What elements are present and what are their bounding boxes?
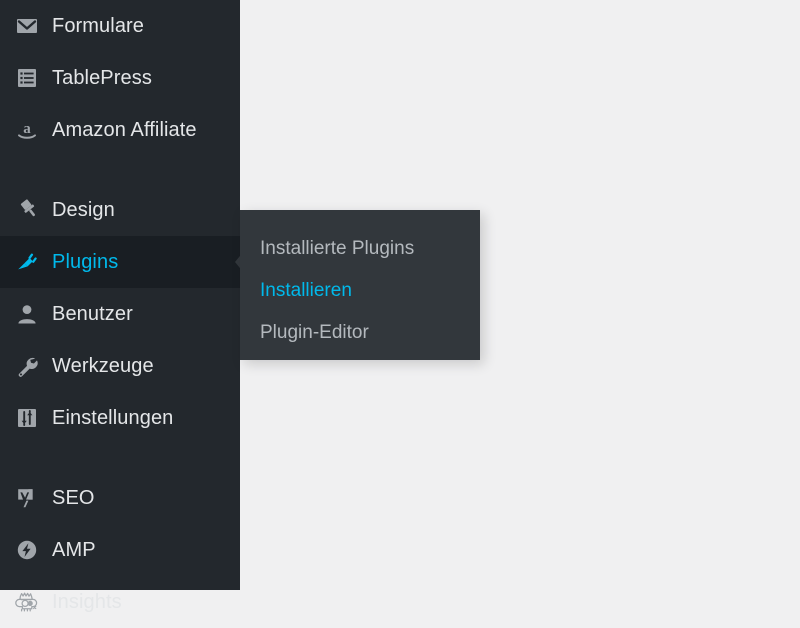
envelope-icon <box>14 13 40 39</box>
sidebar-item-insights[interactable]: Insights <box>0 576 240 628</box>
sidebar-item-label: SEO <box>52 487 95 509</box>
plug-icon <box>14 249 40 275</box>
sidebar-item-label: TablePress <box>52 67 152 89</box>
table-list-icon <box>14 65 40 91</box>
sidebar-item-amazon-affiliate[interactable]: a Amazon Affiliate <box>0 104 240 156</box>
sidebar-item-label: Werkzeuge <box>52 355 154 377</box>
sidebar-item-label: AMP <box>52 539 96 561</box>
paintbrush-icon <box>14 197 40 223</box>
submenu-item-plugin-editor[interactable]: Plugin-Editor <box>240 312 480 354</box>
sidebar-item-label: Einstellungen <box>52 407 174 429</box>
amazon-a-icon: a <box>14 117 40 143</box>
user-icon <box>14 301 40 327</box>
admin-sidebar-menu: Formulare TablePress a Amazon Affiliate Desi… <box>0 0 240 613</box>
sidebar-item-label: Plugins <box>52 251 119 273</box>
sidebar-item-tablepress[interactable]: TablePress <box>0 52 240 104</box>
sidebar-item-label: Benutzer <box>52 303 133 325</box>
sidebar-item-plugins[interactable]: Plugins <box>0 236 240 288</box>
sidebar-item-design[interactable]: Design <box>0 184 240 236</box>
amp-bolt-icon <box>14 537 40 563</box>
sidebar-item-label: Insights <box>52 591 122 613</box>
submenu-pointer-arrow <box>226 245 240 279</box>
sidebar-item-label: Formulare <box>52 15 145 37</box>
sliders-icon <box>14 405 40 431</box>
menu-group: SEO AMP Insights <box>0 472 240 628</box>
sidebar-item-amp[interactable]: AMP <box>0 524 240 576</box>
svg-text:a: a <box>23 121 31 137</box>
plugins-flyout-submenu: Installierte Plugins Installieren Plugin-E… <box>240 210 480 360</box>
yoast-y-icon <box>14 485 40 511</box>
menu-group: Formulare TablePress a Amazon Affiliate <box>0 0 240 156</box>
submenu-item-installieren[interactable]: Installieren <box>240 270 480 312</box>
sidebar-item-label: Design <box>52 199 115 221</box>
menu-group: Design Plugins Benutzer Werkzeuge Einstellun… <box>0 184 240 444</box>
sidebar-item-einstellungen[interactable]: Einstellungen <box>0 392 240 444</box>
wrench-icon <box>14 353 40 379</box>
sidebar-item-seo[interactable]: SEO <box>0 472 240 524</box>
admin-screen: Formulare TablePress a Amazon Affiliate Desi… <box>0 0 800 613</box>
sidebar-item-werkzeuge[interactable]: Werkzeuge <box>0 340 240 392</box>
sidebar-item-benutzer[interactable]: Benutzer <box>0 288 240 340</box>
sidebar-item-label: Amazon Affiliate <box>52 119 197 141</box>
monsterinsights-icon <box>14 589 40 615</box>
submenu-item-installierte-plugins[interactable]: Installierte Plugins <box>240 228 480 270</box>
sidebar-item-formulare[interactable]: Formulare <box>0 0 240 52</box>
